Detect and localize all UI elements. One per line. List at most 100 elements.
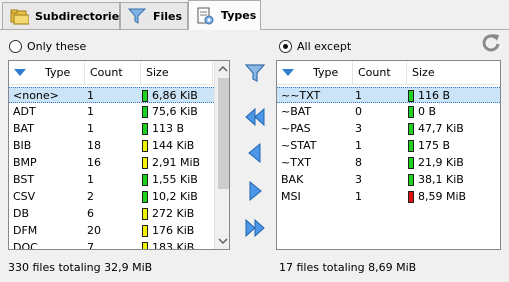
excluded-types-list[interactable]: Type Count Size ~~TXT 1 116 B ~BAT 0 0 B ~PAS 3…: [276, 60, 501, 250]
type-cell: ~BAT: [281, 105, 312, 118]
count-cell: 8: [355, 156, 362, 169]
size-cell: 272 KiB: [142, 206, 222, 222]
type-cell: ADT: [13, 105, 36, 118]
count-cell: 0: [355, 105, 362, 118]
type-cell: CSV: [13, 190, 36, 203]
size-cell: 113 B: [142, 121, 222, 137]
size-cell: 8,59 MiB: [408, 189, 488, 205]
document-gear-icon: [195, 7, 215, 25]
table-row[interactable]: ~~TXT 1 116 B: [277, 87, 500, 103]
type-cell: BAT: [13, 122, 34, 135]
tab-files-label: Files: [153, 9, 183, 23]
only-these-radio[interactable]: [9, 39, 22, 53]
column-count[interactable]: Count: [353, 61, 407, 85]
table-row[interactable]: BIB 18 144 KiB: [9, 138, 214, 154]
count-cell: 1: [87, 122, 94, 135]
size-level-bar: [142, 90, 148, 102]
move-right-button[interactable]: [241, 178, 269, 206]
count-cell: 1: [87, 105, 94, 118]
size-value: 272 KiB: [152, 207, 195, 220]
size-value: 2,91 MiB: [152, 156, 201, 169]
table-row[interactable]: BAK 3 38,1 KiB: [277, 172, 500, 188]
count-cell: 7: [87, 241, 94, 250]
move-all-left-button[interactable]: [241, 104, 269, 132]
table-row[interactable]: BMP 16 2,91 MiB: [9, 155, 214, 171]
scroll-up-arrow[interactable]: [215, 61, 229, 77]
column-size[interactable]: Size: [407, 61, 500, 85]
move-all-right-button[interactable]: [241, 215, 269, 243]
tab-types[interactable]: Types: [188, 0, 261, 30]
size-level-bar: [142, 157, 148, 169]
move-left-icon: [243, 141, 267, 168]
column-size[interactable]: Size: [141, 61, 213, 85]
table-row[interactable]: ADT 1 75,6 KiB: [9, 104, 214, 120]
sort-descending-icon: [282, 69, 294, 76]
table-row[interactable]: CSV 2 10,2 KiB: [9, 189, 214, 205]
size-value: 8,59 MiB: [418, 190, 467, 203]
table-row[interactable]: DFM 20 176 KiB: [9, 223, 214, 239]
table-row[interactable]: DB 6 272 KiB: [9, 206, 214, 222]
size-level-bar: [142, 140, 148, 152]
size-level-bar: [142, 225, 148, 237]
list-header: Type Count Size: [277, 61, 500, 85]
filter-icon: [243, 61, 267, 88]
left-status-text: 330 files totaling 32,9 MiB: [8, 261, 153, 274]
count-cell: 2: [87, 190, 94, 203]
size-value: 0 B: [418, 105, 437, 118]
size-value: 116 B: [418, 89, 451, 102]
size-cell: 6,86 KiB: [142, 88, 222, 104]
size-cell: 176 KiB: [142, 223, 222, 239]
column-count[interactable]: Count: [85, 61, 141, 85]
type-cell: DFM: [13, 224, 38, 237]
count-cell: 16: [87, 156, 101, 169]
filter-button[interactable]: [241, 60, 269, 88]
size-value: 38,1 KiB: [418, 173, 464, 186]
size-level-bar: [142, 242, 148, 249]
count-cell: 1: [355, 139, 362, 152]
tab-files[interactable]: Files: [120, 2, 188, 29]
type-cell: DOC: [13, 241, 38, 250]
table-row[interactable]: <none> 1 6,86 KiB: [9, 87, 214, 103]
vertical-scrollbar[interactable]: [214, 61, 229, 249]
scroll-down-arrow[interactable]: [215, 233, 229, 249]
reset-button[interactable]: [478, 31, 504, 57]
size-level-bar: [142, 123, 148, 135]
count-cell: 3: [355, 122, 362, 135]
table-row[interactable]: ~BAT 0 0 B: [277, 104, 500, 120]
scroll-thumb[interactable]: [218, 78, 229, 189]
all-except-radio[interactable]: [279, 39, 292, 53]
column-type[interactable]: Type: [277, 61, 353, 85]
size-value: 21,9 KiB: [418, 156, 464, 169]
included-types-list[interactable]: Type Count Size <none> 1 6,86 KiB ADT 1 75,6 …: [8, 60, 230, 250]
tab-subdirectories[interactable]: Subdirectories: [2, 2, 126, 29]
table-row[interactable]: BAT 1 113 B: [9, 121, 214, 137]
size-level-bar: [408, 174, 414, 186]
size-cell: 75,6 KiB: [142, 104, 222, 120]
table-row[interactable]: DOC 7 183 KiB: [9, 240, 214, 250]
table-row[interactable]: BST 1 1,55 KiB: [9, 172, 214, 188]
sort-descending-icon: [14, 69, 26, 76]
reset-icon: [480, 32, 502, 57]
size-level-bar: [142, 106, 148, 118]
table-row[interactable]: ~PAS 3 47,7 KiB: [277, 121, 500, 137]
all-except-option[interactable]: All except: [279, 38, 351, 54]
type-cell: DB: [13, 207, 30, 220]
move-left-button[interactable]: [241, 140, 269, 168]
column-type[interactable]: Type: [9, 61, 85, 85]
count-cell: 3: [355, 173, 362, 186]
type-cell: ~STAT: [281, 139, 317, 152]
list-header: Type Count Size: [9, 61, 229, 85]
only-these-option[interactable]: Only these: [9, 38, 86, 54]
size-cell: 183 KiB: [142, 240, 222, 249]
size-cell: 2,91 MiB: [142, 155, 222, 171]
type-cell: BIB: [13, 139, 32, 152]
table-row[interactable]: MSI 1 8,59 MiB: [277, 189, 500, 205]
table-row[interactable]: ~TXT 8 21,9 KiB: [277, 155, 500, 171]
size-cell: 175 B: [408, 138, 488, 154]
size-value: 6,86 KiB: [152, 89, 198, 102]
size-cell: 1,55 KiB: [142, 172, 222, 188]
size-level-bar: [408, 157, 414, 169]
size-cell: 38,1 KiB: [408, 172, 488, 188]
type-cell: ~TXT: [281, 156, 311, 169]
table-row[interactable]: ~STAT 1 175 B: [277, 138, 500, 154]
